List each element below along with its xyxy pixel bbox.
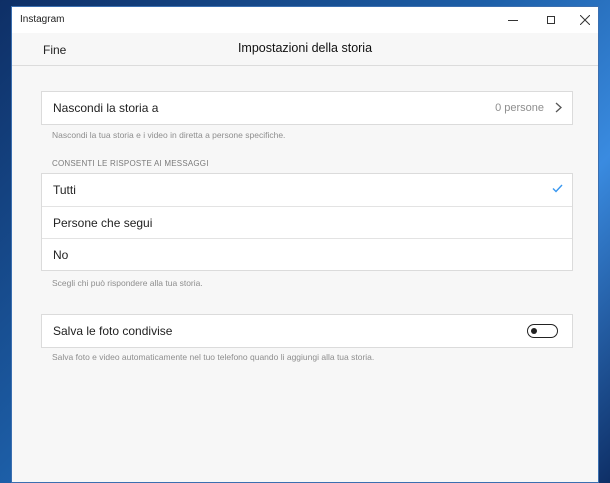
reply-option-off[interactable]: No (42, 238, 572, 270)
maximize-button[interactable] (534, 7, 568, 33)
reply-option-following[interactable]: Persone che segui (42, 206, 572, 238)
replies-card: Tutti Persone che segui No (41, 173, 573, 271)
hide-story-card: Nascondi la storia a 0 persone (41, 91, 573, 125)
minimize-icon (508, 19, 518, 21)
reply-option-label: Persone che segui (53, 215, 153, 230)
close-button[interactable] (568, 7, 602, 33)
reply-option-everyone[interactable]: Tutti (42, 174, 572, 206)
close-icon (580, 15, 590, 25)
hide-story-count: 0 persone (495, 102, 544, 114)
title-bar: Instagram (12, 7, 598, 33)
app-title: Instagram (20, 14, 65, 25)
replies-hint: Scegli chi può rispondere alla tua stori… (52, 278, 203, 288)
save-photos-label: Salva le foto condivise (53, 324, 173, 338)
reply-option-label: Tutti (53, 183, 76, 197)
hide-story-row[interactable]: Nascondi la storia a 0 persone (42, 92, 572, 124)
replies-section-title: CONSENTI LE RISPOSTE AI MESSAGGI (52, 159, 209, 168)
save-photos-card: Salva le foto condivise (41, 314, 573, 348)
page-title: Impostazioni della storia (237, 41, 373, 55)
reply-option-label: No (53, 247, 69, 262)
chevron-right-icon (555, 102, 562, 113)
checkmark-icon (552, 184, 563, 193)
minimize-button[interactable] (496, 7, 530, 33)
hide-story-label: Nascondi la storia a (53, 101, 159, 115)
save-photos-toggle[interactable] (527, 324, 558, 338)
hide-story-hint: Nascondi la tua storia e i video in dire… (52, 130, 286, 140)
app-window: Instagram Fine Impostazioni della storia… (11, 6, 599, 483)
save-photos-row: Salva le foto condivise (42, 315, 572, 347)
page-header: Fine Impostazioni della storia (12, 33, 598, 66)
save-photos-hint: Salva foto e video automaticamente nel t… (52, 352, 375, 362)
toggle-knob (531, 327, 537, 334)
maximize-icon (547, 16, 555, 24)
